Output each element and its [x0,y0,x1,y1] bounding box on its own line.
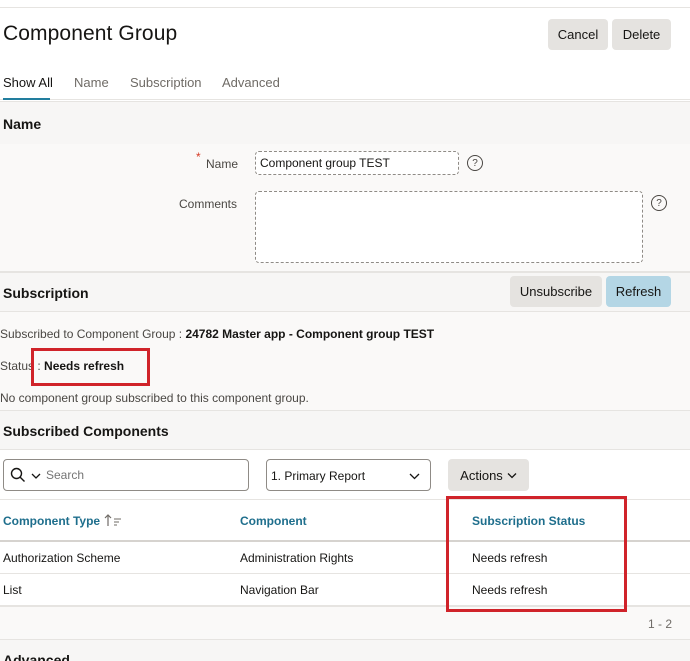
region-tabs: Show All Name Subscription Advanced [0,68,690,100]
comments-field[interactable] [255,191,643,263]
page-title: Component Group [3,22,178,45]
report-select[interactable]: 1. Primary Report [266,459,431,491]
name-label: Name [206,157,239,171]
name-form: * Name ? Comments ? [0,144,690,272]
advanced-section-header: Advanced [0,639,690,661]
subscription-status-highlight-box [446,496,627,612]
pagination-text: 1 - 2 [647,617,672,631]
sort-ascending-icon[interactable] [104,513,122,527]
subscription-section-title: Subscription [3,285,89,301]
search-input[interactable] [46,465,241,485]
comments-label: Comments [179,197,238,211]
status-highlight-box [31,348,150,386]
tab-subscription[interactable]: Subscription [130,75,202,90]
report-select-value: 1. Primary Report [271,469,366,483]
cell-component: Administration Rights [240,551,354,565]
search-field[interactable] [3,459,249,491]
subscribed-to-line: Subscribed to Component Group : 24782 Ma… [0,327,434,341]
required-indicator: * [196,150,201,164]
components-section-title: Subscribed Components [3,423,169,439]
active-tab-indicator [3,98,50,100]
unsubscribe-button[interactable]: Unsubscribe [510,276,602,307]
name-section-title: Name [3,116,42,132]
chevron-down-icon [409,473,420,480]
actions-label: Actions [460,467,503,483]
delete-button[interactable]: Delete [612,19,671,50]
top-bar [0,0,690,8]
subscribed-to-value: 24782 Master app - Component group TEST [185,327,435,341]
advanced-section-title: Advanced [3,652,70,661]
chevron-down-icon [507,472,517,478]
comments-help-icon[interactable]: ? [651,195,667,211]
name-field[interactable] [255,151,459,175]
search-icon[interactable] [10,467,26,483]
tab-name[interactable]: Name [74,75,109,90]
col-header-component-type[interactable]: Component Type [3,514,100,528]
name-help-icon[interactable]: ? [467,155,483,171]
chevron-down-icon[interactable] [31,472,41,480]
cell-component: Navigation Bar [240,583,319,597]
subscription-note: No component group subscribed to this co… [0,391,309,405]
cell-component-type: Authorization Scheme [3,551,121,565]
name-section-header: Name [0,101,690,145]
col-header-component[interactable]: Component [240,514,307,528]
refresh-button[interactable]: Refresh [606,276,671,307]
actions-menu-button[interactable]: Actions [448,459,529,491]
cell-component-type: List [3,583,22,597]
cancel-button[interactable]: Cancel [548,19,608,50]
tab-advanced[interactable]: Advanced [222,75,280,90]
tab-show-all[interactable]: Show All [3,75,53,90]
components-section-header: Subscribed Components [0,410,690,450]
subscribed-to-label: Subscribed to Component Group : [0,327,186,341]
